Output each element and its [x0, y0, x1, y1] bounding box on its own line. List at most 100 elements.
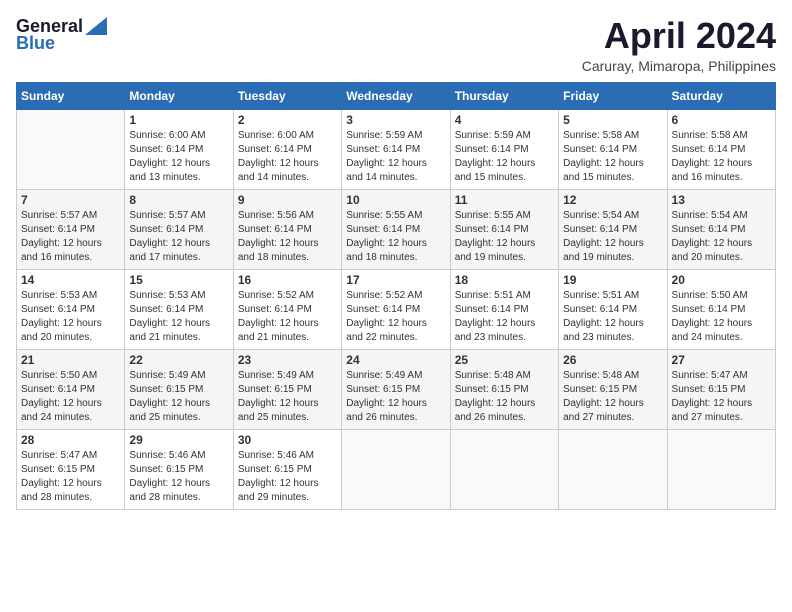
day-number: 17	[346, 273, 445, 287]
calendar-cell: 20 Sunrise: 5:50 AMSunset: 6:14 PMDayligh…	[667, 269, 775, 349]
calendar-cell	[450, 429, 558, 509]
day-info: Sunrise: 5:47 AMSunset: 6:15 PMDaylight:…	[672, 369, 771, 425]
calendar-cell	[342, 429, 450, 509]
calendar-cell: 29 Sunrise: 5:46 AMSunset: 6:15 PMDayligh…	[125, 429, 233, 509]
calendar-cell: 7 Sunrise: 5:57 AMSunset: 6:14 PMDaylight…	[17, 189, 125, 269]
day-info: Sunrise: 5:58 AMSunset: 6:14 PMDaylight:…	[563, 129, 662, 185]
day-info: Sunrise: 5:57 AMSunset: 6:14 PMDaylight:…	[21, 209, 120, 265]
calendar-cell: 11 Sunrise: 5:55 AMSunset: 6:14 PMDayligh…	[450, 189, 558, 269]
day-number: 15	[129, 273, 228, 287]
day-info: Sunrise: 5:56 AMSunset: 6:14 PMDaylight:…	[238, 209, 337, 265]
day-number: 18	[455, 273, 554, 287]
calendar-cell: 8 Sunrise: 5:57 AMSunset: 6:14 PMDaylight…	[125, 189, 233, 269]
day-info: Sunrise: 5:50 AMSunset: 6:14 PMDaylight:…	[672, 289, 771, 345]
day-info: Sunrise: 5:54 AMSunset: 6:14 PMDaylight:…	[672, 209, 771, 265]
calendar-cell: 10 Sunrise: 5:55 AMSunset: 6:14 PMDayligh…	[342, 189, 450, 269]
calendar-cell: 4 Sunrise: 5:59 AMSunset: 6:14 PMDaylight…	[450, 109, 558, 189]
day-number: 16	[238, 273, 337, 287]
calendar-cell: 28Sunrise: 5:47 AMSunset: 6:15 PMDayligh…	[17, 429, 125, 509]
calendar-cell	[17, 109, 125, 189]
logo-blue-text: Blue	[16, 33, 55, 54]
day-number: 12	[563, 193, 662, 207]
day-number: 20	[672, 273, 771, 287]
calendar-cell: 16 Sunrise: 5:52 AMSunset: 6:14 PMDayligh…	[233, 269, 341, 349]
month-title: April 2024	[582, 16, 776, 56]
day-info: Sunrise: 5:52 AMSunset: 6:14 PMDaylight:…	[346, 289, 445, 345]
day-number: 14	[21, 273, 120, 287]
day-number: 10	[346, 193, 445, 207]
day-number: 25	[455, 353, 554, 367]
weekday-header: Tuesday	[233, 82, 341, 109]
weekday-header: Thursday	[450, 82, 558, 109]
day-number: 24	[346, 353, 445, 367]
day-info: Sunrise: 5:47 AMSunset: 6:15 PMDaylight:…	[21, 449, 120, 505]
page-header: General Blue April 2024 Caruray, Mimarop…	[16, 16, 776, 74]
day-info: Sunrise: 5:46 AMSunset: 6:15 PMDaylight:…	[129, 449, 228, 505]
weekday-header: Monday	[125, 82, 233, 109]
day-info: Sunrise: 5:59 AMSunset: 6:14 PMDaylight:…	[346, 129, 445, 185]
day-number: 3	[346, 113, 445, 127]
calendar-cell: 24Sunrise: 5:49 AMSunset: 6:15 PMDayligh…	[342, 349, 450, 429]
day-info: Sunrise: 5:51 AMSunset: 6:14 PMDaylight:…	[455, 289, 554, 345]
day-number: 22	[129, 353, 228, 367]
day-info: Sunrise: 5:46 AMSunset: 6:15 PMDaylight:…	[238, 449, 337, 505]
location-title: Caruray, Mimaropa, Philippines	[582, 58, 776, 74]
day-number: 4	[455, 113, 554, 127]
weekday-header: Saturday	[667, 82, 775, 109]
day-number: 11	[455, 193, 554, 207]
day-info: Sunrise: 5:57 AMSunset: 6:14 PMDaylight:…	[129, 209, 228, 265]
calendar-cell: 27 Sunrise: 5:47 AMSunset: 6:15 PMDayligh…	[667, 349, 775, 429]
day-info: Sunrise: 5:51 AMSunset: 6:14 PMDaylight:…	[563, 289, 662, 345]
day-info: Sunrise: 5:49 AMSunset: 6:15 PMDaylight:…	[238, 369, 337, 425]
day-number: 13	[672, 193, 771, 207]
day-info: Sunrise: 5:58 AMSunset: 6:14 PMDaylight:…	[672, 129, 771, 185]
calendar-cell: 21 Sunrise: 5:50 AMSunset: 6:14 PMDayligh…	[17, 349, 125, 429]
day-info: Sunrise: 5:55 AMSunset: 6:14 PMDaylight:…	[455, 209, 554, 265]
calendar-cell: 22 Sunrise: 5:49 AMSunset: 6:15 PMDayligh…	[125, 349, 233, 429]
title-area: April 2024 Caruray, Mimaropa, Philippine…	[582, 16, 776, 74]
day-number: 8	[129, 193, 228, 207]
calendar-week-row: 28Sunrise: 5:47 AMSunset: 6:15 PMDayligh…	[17, 429, 776, 509]
day-info: Sunrise: 5:48 AMSunset: 6:15 PMDaylight:…	[455, 369, 554, 425]
calendar-cell	[559, 429, 667, 509]
calendar-week-row: 7 Sunrise: 5:57 AMSunset: 6:14 PMDaylight…	[17, 189, 776, 269]
logo: General Blue	[16, 16, 107, 54]
day-info: Sunrise: 5:49 AMSunset: 6:15 PMDaylight:…	[129, 369, 228, 425]
calendar-cell: 14 Sunrise: 5:53 AMSunset: 6:14 PMDayligh…	[17, 269, 125, 349]
weekday-header: Friday	[559, 82, 667, 109]
day-number: 2	[238, 113, 337, 127]
calendar-week-row: 21 Sunrise: 5:50 AMSunset: 6:14 PMDayligh…	[17, 349, 776, 429]
logo-icon	[85, 17, 107, 35]
day-info: Sunrise: 5:55 AMSunset: 6:14 PMDaylight:…	[346, 209, 445, 265]
day-number: 21	[21, 353, 120, 367]
day-info: Sunrise: 5:54 AMSunset: 6:14 PMDaylight:…	[563, 209, 662, 265]
day-info: Sunrise: 5:59 AMSunset: 6:14 PMDaylight:…	[455, 129, 554, 185]
day-info: Sunrise: 5:48 AMSunset: 6:15 PMDaylight:…	[563, 369, 662, 425]
calendar-cell: 6 Sunrise: 5:58 AMSunset: 6:14 PMDaylight…	[667, 109, 775, 189]
day-info: Sunrise: 6:00 AMSunset: 6:14 PMDaylight:…	[238, 129, 337, 185]
day-info: Sunrise: 5:50 AMSunset: 6:14 PMDaylight:…	[21, 369, 120, 425]
calendar-cell: 23 Sunrise: 5:49 AMSunset: 6:15 PMDayligh…	[233, 349, 341, 429]
calendar-cell: 5Sunrise: 5:58 AMSunset: 6:14 PMDaylight…	[559, 109, 667, 189]
calendar-cell: 26 Sunrise: 5:48 AMSunset: 6:15 PMDayligh…	[559, 349, 667, 429]
day-number: 6	[672, 113, 771, 127]
calendar-cell	[667, 429, 775, 509]
day-number: 26	[563, 353, 662, 367]
calendar-cell: 13 Sunrise: 5:54 AMSunset: 6:14 PMDayligh…	[667, 189, 775, 269]
day-info: Sunrise: 5:52 AMSunset: 6:14 PMDaylight:…	[238, 289, 337, 345]
day-info: Sunrise: 6:00 AMSunset: 6:14 PMDaylight:…	[129, 129, 228, 185]
calendar-week-row: 14 Sunrise: 5:53 AMSunset: 6:14 PMDayligh…	[17, 269, 776, 349]
weekday-header: Wednesday	[342, 82, 450, 109]
day-number: 29	[129, 433, 228, 447]
day-number: 23	[238, 353, 337, 367]
day-number: 27	[672, 353, 771, 367]
day-info: Sunrise: 5:53 AMSunset: 6:14 PMDaylight:…	[21, 289, 120, 345]
calendar-cell: 12 Sunrise: 5:54 AMSunset: 6:14 PMDayligh…	[559, 189, 667, 269]
day-number: 1	[129, 113, 228, 127]
day-number: 7	[21, 193, 120, 207]
calendar-cell: 17 Sunrise: 5:52 AMSunset: 6:14 PMDayligh…	[342, 269, 450, 349]
calendar-week-row: 1 Sunrise: 6:00 AMSunset: 6:14 PMDaylight…	[17, 109, 776, 189]
calendar-table: SundayMondayTuesdayWednesdayThursdayFrid…	[16, 82, 776, 510]
calendar-cell: 18 Sunrise: 5:51 AMSunset: 6:14 PMDayligh…	[450, 269, 558, 349]
calendar-cell: 2 Sunrise: 6:00 AMSunset: 6:14 PMDaylight…	[233, 109, 341, 189]
